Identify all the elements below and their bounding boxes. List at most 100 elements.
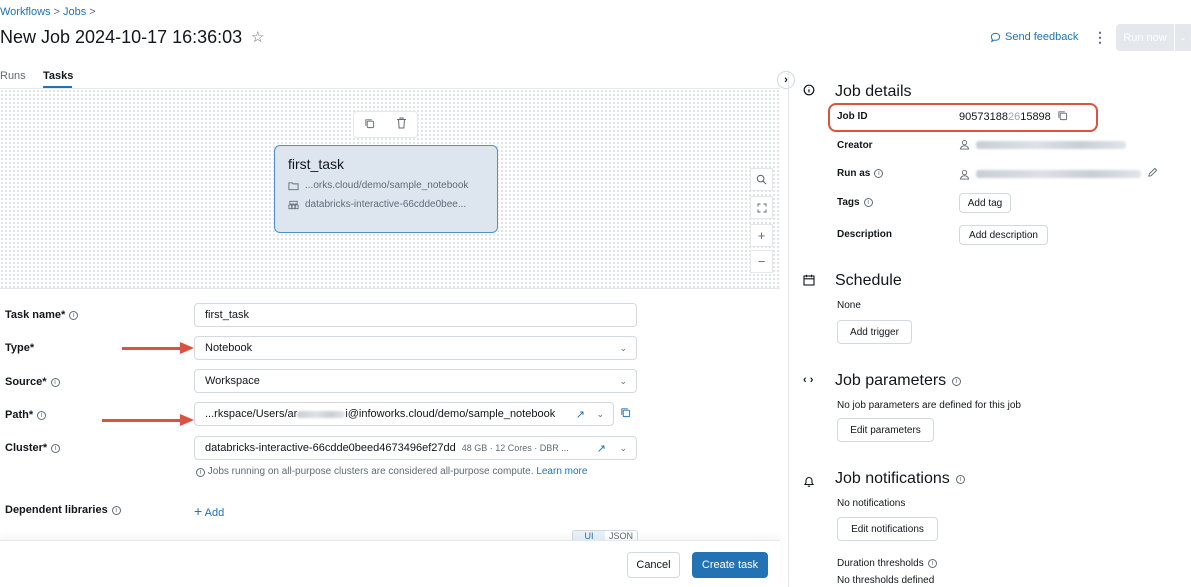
task-name-value: first_task bbox=[205, 309, 250, 321]
right-panel-divider bbox=[788, 70, 789, 587]
bell-icon bbox=[803, 475, 815, 491]
path-label-text: Path* bbox=[5, 409, 34, 421]
source-select[interactable]: Workspace ⌄ bbox=[194, 369, 637, 393]
user-icon bbox=[959, 140, 970, 150]
task-node-name: first_task bbox=[288, 156, 345, 172]
path-label: Path* i bbox=[5, 409, 47, 421]
breadcrumb-separator: > bbox=[53, 6, 60, 18]
duration-thresholds-empty-text: No thresholds defined bbox=[837, 575, 935, 586]
edit-parameters-button[interactable]: Edit parameters bbox=[837, 418, 934, 442]
task-node-cluster-row: databricks-interactive-66cdde0bee... bbox=[288, 199, 484, 210]
cluster-select[interactable]: databricks-interactive-66cdde0beed467349… bbox=[194, 436, 637, 460]
info-icon[interactable]: i bbox=[863, 198, 873, 207]
duration-thresholds-label: Duration thresholds i bbox=[837, 558, 937, 569]
job-details-title: Job details bbox=[835, 83, 912, 100]
task-name-input[interactable]: first_task bbox=[194, 303, 637, 327]
more-options-icon[interactable]: ⋮ bbox=[1093, 29, 1107, 46]
tags-label: Tags i bbox=[837, 197, 873, 208]
info-icon[interactable]: i bbox=[952, 376, 962, 386]
learn-more-link[interactable]: Learn more bbox=[536, 466, 587, 477]
source-label-text: Source* bbox=[5, 376, 47, 388]
chevron-down-icon: ⌄ bbox=[596, 408, 604, 419]
schedule-title: Schedule bbox=[835, 272, 902, 289]
info-icon[interactable]: i bbox=[955, 474, 965, 484]
annotation-arrow-line bbox=[102, 419, 182, 422]
annotation-arrow-line bbox=[122, 347, 182, 350]
info-icon: i bbox=[196, 468, 205, 477]
node-toolbar bbox=[353, 111, 418, 138]
external-link-icon[interactable]: ↗ bbox=[597, 442, 606, 455]
cluster-icon bbox=[288, 200, 299, 209]
task-name-label: Task name* i bbox=[5, 309, 79, 321]
job-parameters-title-text: Job parameters bbox=[835, 372, 947, 389]
add-library-label: Add bbox=[204, 507, 225, 519]
annotation-arrow-head bbox=[180, 342, 194, 354]
info-icon[interactable]: i bbox=[37, 410, 47, 420]
tags-label-text: Tags bbox=[837, 197, 860, 208]
chevron-down-icon: ⌄ bbox=[619, 342, 627, 353]
cluster-meta: 48 GB · 12 Cores · DBR ... bbox=[461, 443, 569, 453]
zoom-out-icon[interactable]: − bbox=[750, 250, 773, 273]
tab-runs[interactable]: Runs bbox=[0, 70, 26, 82]
source-value: Workspace bbox=[205, 375, 260, 387]
code-icon: ‹ › bbox=[803, 374, 814, 386]
canvas-divider bbox=[0, 288, 780, 289]
tab-tasks[interactable]: Tasks bbox=[43, 70, 73, 82]
run-as-value bbox=[959, 167, 1158, 181]
zoom-in-icon[interactable]: + bbox=[750, 224, 773, 247]
schedule-value: None bbox=[837, 300, 861, 311]
info-icon[interactable]: i bbox=[69, 310, 79, 320]
info-circle-icon bbox=[803, 84, 815, 99]
add-description-button[interactable]: Add description bbox=[959, 225, 1048, 245]
breadcrumb: Workflows > Jobs > bbox=[0, 6, 99, 18]
info-icon[interactable]: i bbox=[111, 505, 121, 515]
search-icon[interactable] bbox=[750, 168, 773, 191]
job-notifications-title-text: Job notifications bbox=[835, 470, 950, 487]
collapse-panel-button[interactable]: › bbox=[777, 71, 795, 89]
chat-bubble-icon bbox=[990, 32, 1001, 43]
breadcrumb-jobs[interactable]: Jobs bbox=[63, 6, 86, 18]
trash-icon[interactable] bbox=[396, 117, 407, 132]
type-select[interactable]: Notebook ⌄ bbox=[194, 336, 637, 360]
calendar-icon bbox=[803, 274, 815, 289]
run-now-dropdown-icon[interactable]: ⌄ bbox=[1175, 24, 1191, 51]
page-title: New Job 2024-10-17 16:36:03 bbox=[0, 27, 243, 47]
job-id-label: Job ID bbox=[837, 111, 868, 122]
path-value-prefix: ...rkspace/Users/ar bbox=[205, 408, 298, 420]
job-id-suffix: 15898 bbox=[1020, 111, 1051, 123]
info-icon[interactable]: i bbox=[927, 559, 937, 568]
run-now-button[interactable]: Run now bbox=[1116, 24, 1174, 51]
job-parameters-title: Job parameters i bbox=[835, 372, 962, 390]
pencil-icon[interactable] bbox=[1147, 167, 1158, 181]
creator-label: Creator bbox=[837, 140, 873, 151]
task-node-first-task[interactable]: first_task ...orks.cloud/demo/sample_not… bbox=[274, 145, 498, 233]
run-as-label-text: Run as bbox=[837, 168, 871, 179]
parameters-empty-text: No job parameters are defined for this j… bbox=[837, 400, 1021, 411]
add-trigger-button[interactable]: Add trigger bbox=[837, 320, 912, 344]
source-label: Source* i bbox=[5, 376, 60, 388]
creator-value bbox=[959, 139, 1126, 150]
external-link-icon[interactable]: ↗ bbox=[576, 408, 585, 421]
info-icon[interactable]: i bbox=[51, 443, 61, 453]
breadcrumb-workflows[interactable]: Workflows bbox=[0, 6, 51, 18]
cancel-button[interactable]: Cancel bbox=[627, 552, 680, 578]
task-node-path-row: ...orks.cloud/demo/sample_notebook bbox=[288, 180, 484, 191]
copy-icon[interactable] bbox=[364, 118, 375, 132]
info-icon[interactable]: i bbox=[50, 377, 60, 387]
copy-icon[interactable] bbox=[1057, 110, 1068, 124]
fit-view-icon[interactable] bbox=[750, 196, 773, 219]
path-input[interactable]: ...rkspace/Users/ar i@infoworks.cloud/de… bbox=[194, 402, 614, 426]
type-label: Type* bbox=[5, 342, 34, 354]
copy-path-icon[interactable] bbox=[620, 407, 631, 421]
task-name-label-text: Task name* bbox=[5, 309, 66, 321]
redacted-username bbox=[297, 410, 346, 418]
send-feedback-button[interactable]: Send feedback bbox=[990, 31, 1078, 43]
edit-notifications-button[interactable]: Edit notifications bbox=[837, 517, 938, 541]
add-library-button[interactable]: + Add bbox=[194, 503, 224, 519]
star-icon[interactable]: ☆ bbox=[251, 28, 264, 46]
add-tag-button[interactable]: Add tag bbox=[959, 193, 1011, 213]
create-task-button[interactable]: Create task bbox=[692, 552, 768, 578]
info-icon[interactable]: i bbox=[874, 169, 884, 178]
send-feedback-label: Send feedback bbox=[1005, 31, 1079, 43]
description-label: Description bbox=[837, 229, 893, 240]
